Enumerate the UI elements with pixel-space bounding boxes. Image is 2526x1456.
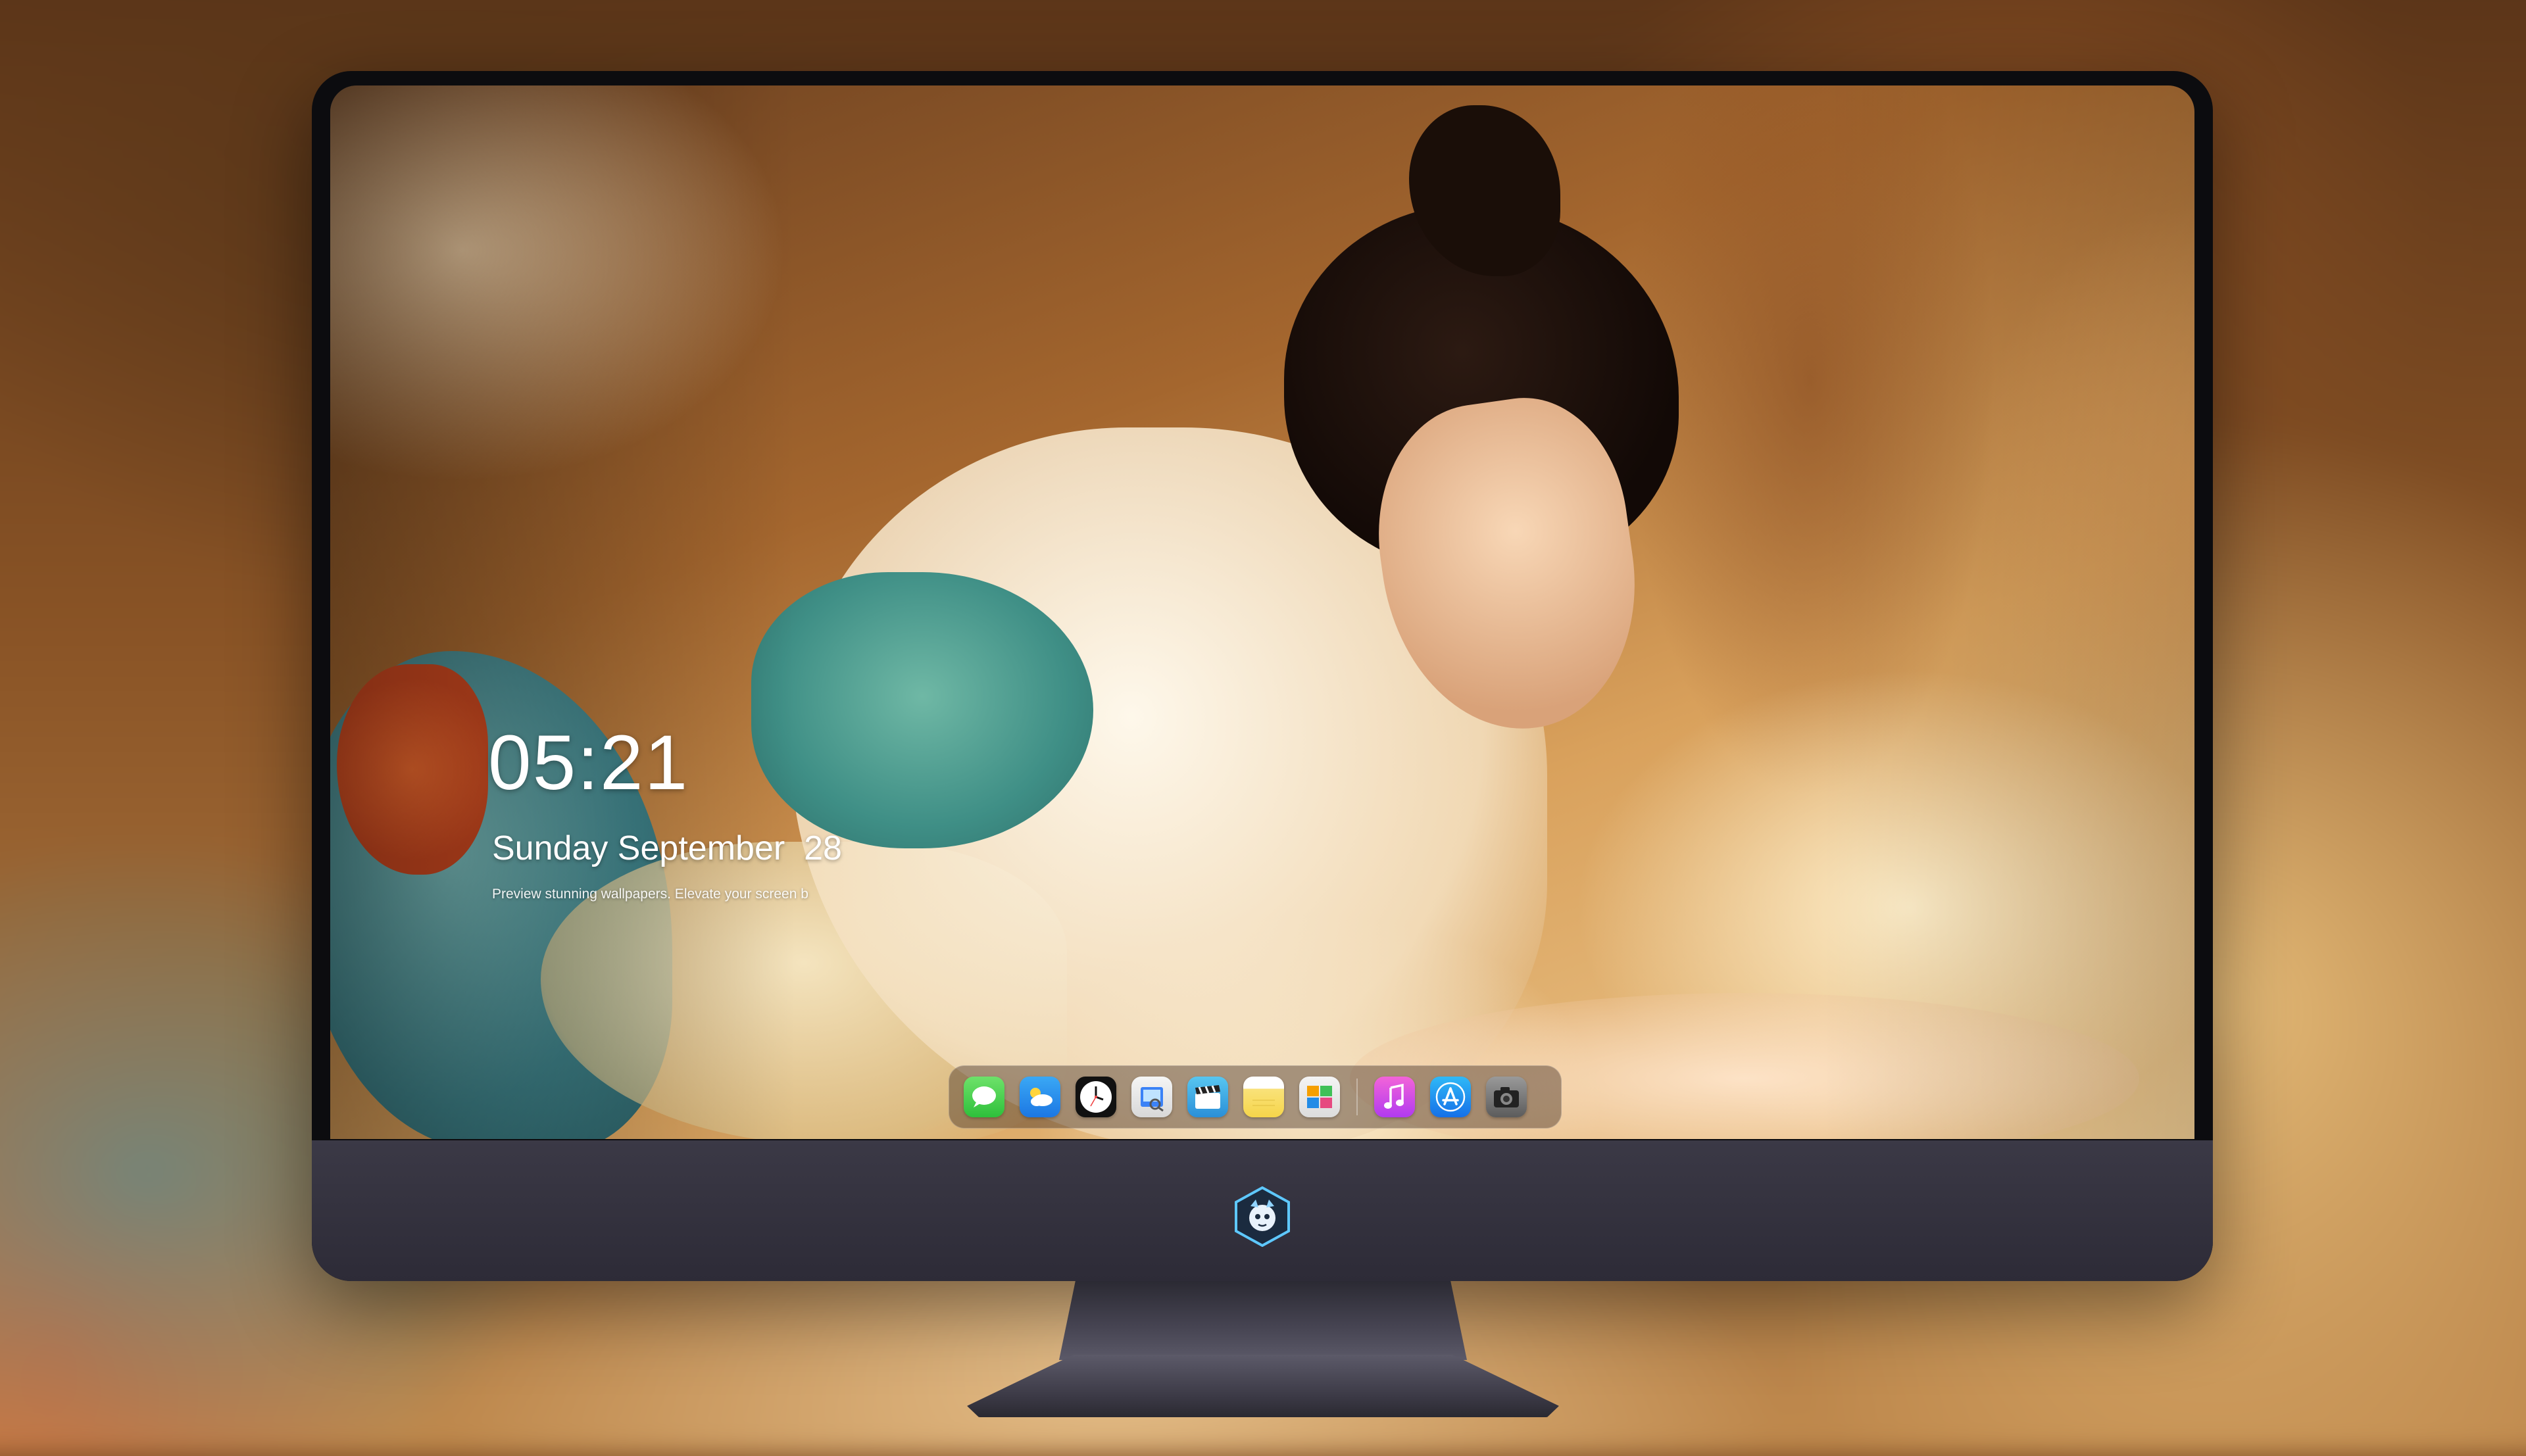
lockscreen-time: 05:21: [488, 719, 689, 806]
dragon-mascot-logo: [1232, 1186, 1293, 1248]
clock-icon[interactable]: [1076, 1077, 1116, 1117]
photos-icon[interactable]: [1299, 1077, 1340, 1117]
monitor-stand-neck: [1059, 1281, 1467, 1360]
dock-separator: [1356, 1079, 1358, 1115]
monitor: 05:21 Sunday September 28 Preview stunni…: [312, 71, 2213, 1281]
lockscreen-tagline: Preview stunning wallpapers. Elevate you…: [492, 886, 808, 902]
lockscreen-date: Sunday September 28: [492, 829, 842, 867]
camera-icon[interactable]: [1486, 1077, 1527, 1117]
monitor-chin: [312, 1140, 2213, 1281]
messages-icon[interactable]: [964, 1077, 1004, 1117]
music-icon[interactable]: [1374, 1077, 1415, 1117]
monitor-stand-base: [967, 1355, 1559, 1417]
weather-icon[interactable]: [1020, 1077, 1060, 1117]
dock: [949, 1065, 1562, 1128]
notes-icon[interactable]: [1243, 1077, 1284, 1117]
preview-icon[interactable]: [1131, 1077, 1172, 1117]
app-store-icon[interactable]: [1430, 1077, 1471, 1117]
claquette-icon[interactable]: [1187, 1077, 1228, 1117]
desktop-screen: 05:21 Sunday September 28 Preview stunni…: [330, 85, 2194, 1139]
